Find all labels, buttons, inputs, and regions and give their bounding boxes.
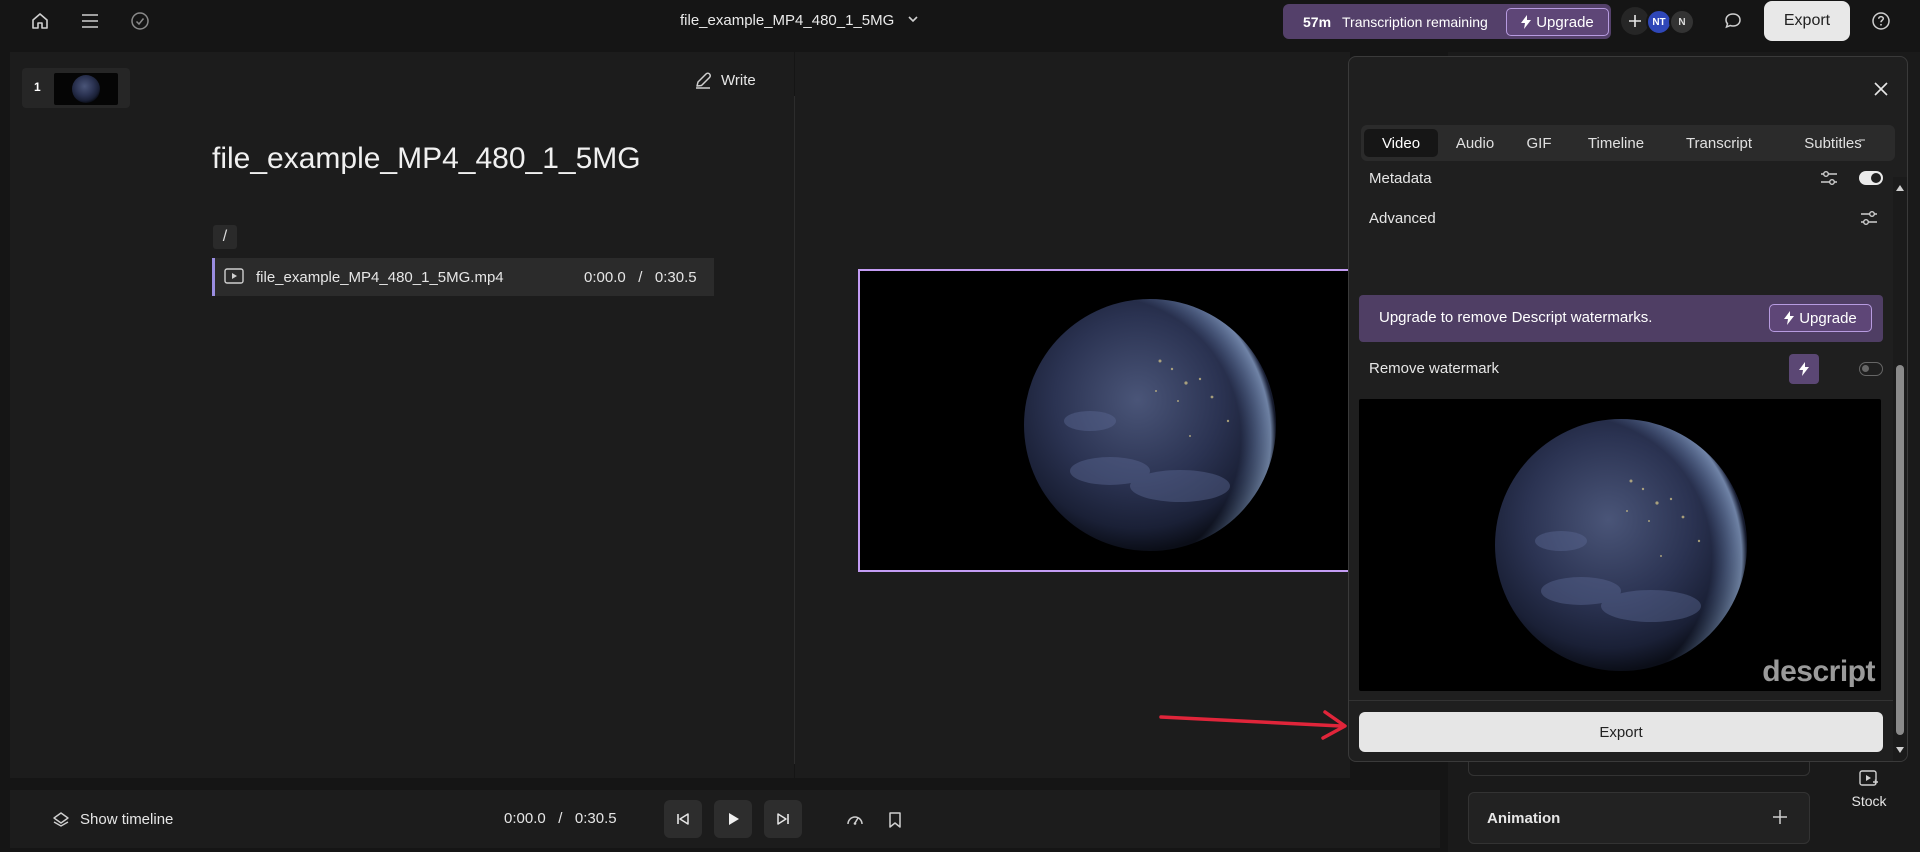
scroll-down-arrow[interactable] [1896,747,1904,753]
transcription-remaining-pill: 57m Transcription remaining Upgrade [1283,4,1611,39]
play-icon [729,813,739,825]
scene-thumbnail[interactable]: 1 [22,68,130,108]
page-title[interactable]: file_example_MP4_480_1_5MG [212,142,641,176]
bottom-bar: Show timeline 0:00.0 / 0:30.5 [10,790,1440,848]
skip-back-icon [677,813,689,825]
bolt-icon [1784,311,1795,325]
transcription-label: Transcription remaining [1342,14,1488,30]
tab-gif[interactable]: GIF [1513,129,1565,157]
skip-forward-button[interactable] [764,800,802,838]
export-preview: descript [1359,399,1881,691]
collaborators: NT N [1621,6,1699,36]
slash-command[interactable]: / [213,225,237,249]
export-popover: Video Audio GIF Timeline Transcript Subt… [1348,56,1908,762]
tab-video[interactable]: Video [1364,129,1438,157]
upsell-message: Upgrade to remove Descript watermarks. [1379,309,1653,326]
animation-section[interactable]: Animation [1468,792,1810,844]
bookmark-icon[interactable] [884,809,906,831]
plus-icon [1629,15,1641,27]
document-title[interactable]: file_example_MP4_480_1_5MG [680,12,894,29]
scene-number: 1 [34,80,41,94]
remove-watermark-toggle[interactable] [1859,362,1883,376]
scene-thumbnail-image [54,73,118,105]
comment-icon[interactable] [1721,9,1745,33]
remove-watermark-label: Remove watermark [1369,360,1500,377]
export-button[interactable]: Export [1764,1,1850,41]
close-icon[interactable] [1869,77,1893,101]
video-canvas[interactable] [858,269,1358,572]
playback-time: 0:00.0 / 0:30.5 [504,810,617,827]
write-button[interactable]: Write [693,70,756,90]
menu-icon[interactable] [78,9,102,33]
check-circle-icon[interactable] [128,9,152,33]
pen-icon [696,72,711,89]
watermark: descript [1762,655,1875,688]
advanced-label: Advanced [1369,210,1436,227]
avatar[interactable]: N [1669,9,1695,35]
play-box-icon [224,268,244,289]
skip-forward-icon [777,813,789,825]
tab-timeline[interactable]: Timeline [1571,129,1661,157]
scrollbar[interactable] [1893,177,1907,761]
show-timeline-button[interactable]: Show timeline [52,810,173,828]
media-clip-row[interactable]: file_example_MP4_480_1_5MG.mp4 0:00.0 / … [212,258,714,296]
upgrade-label: Upgrade [1536,13,1594,31]
speed-icon[interactable] [844,809,866,831]
scrolled-content-edge [1859,139,1865,141]
annotation-arrow [1155,700,1355,740]
write-label: Write [721,71,756,89]
clip-time: 0:00.0 / 0:30.5 [584,269,697,286]
export-tabs: Video Audio GIF Timeline Transcript Subt… [1361,125,1895,161]
script-editor: 1 Write file_example_MP4_480_1_5MG / fil… [10,52,834,778]
metadata-label: Metadata [1369,170,1432,187]
stock-button[interactable]: Stock [1836,768,1902,818]
show-timeline-label: Show timeline [80,810,174,828]
help-icon[interactable] [1869,9,1893,33]
bolt-icon [1521,15,1532,29]
transcription-minutes: 57m [1303,14,1332,30]
stock-label: Stock [1851,793,1887,809]
chevron-down-icon[interactable] [906,12,926,32]
bolt-icon [1789,354,1819,384]
export-confirm-button[interactable]: Export [1359,712,1883,752]
skip-back-button[interactable] [664,800,702,838]
sliders-icon[interactable] [1819,168,1839,193]
upgrade-button[interactable]: Upgrade [1506,8,1609,36]
top-bar: file_example_MP4_480_1_5MG 57m Transcrip… [0,0,1920,42]
stock-icon [1859,770,1878,786]
tab-audio[interactable]: Audio [1443,129,1507,157]
layers-icon [53,812,69,827]
watermark-upsell-banner: Upgrade to remove Descript watermarks. U… [1359,295,1883,342]
upgrade-label: Upgrade [1799,309,1857,327]
add-collaborator-button[interactable] [1621,7,1649,35]
sliders-icon[interactable] [1859,208,1879,233]
scroll-up-arrow[interactable] [1896,185,1904,191]
tab-subtitles[interactable]: Subtitles [1777,129,1889,157]
upgrade-button[interactable]: Upgrade [1769,304,1872,332]
divider [1349,700,1893,701]
plus-icon[interactable] [1771,808,1789,831]
animation-label: Animation [1487,810,1561,827]
scrollbar-thumb[interactable] [1896,365,1904,735]
tab-transcript[interactable]: Transcript [1667,129,1771,157]
metadata-toggle[interactable] [1859,171,1883,185]
clip-name: file_example_MP4_480_1_5MG.mp4 [256,269,504,286]
home-icon[interactable] [28,9,52,33]
play-button[interactable] [714,800,752,838]
